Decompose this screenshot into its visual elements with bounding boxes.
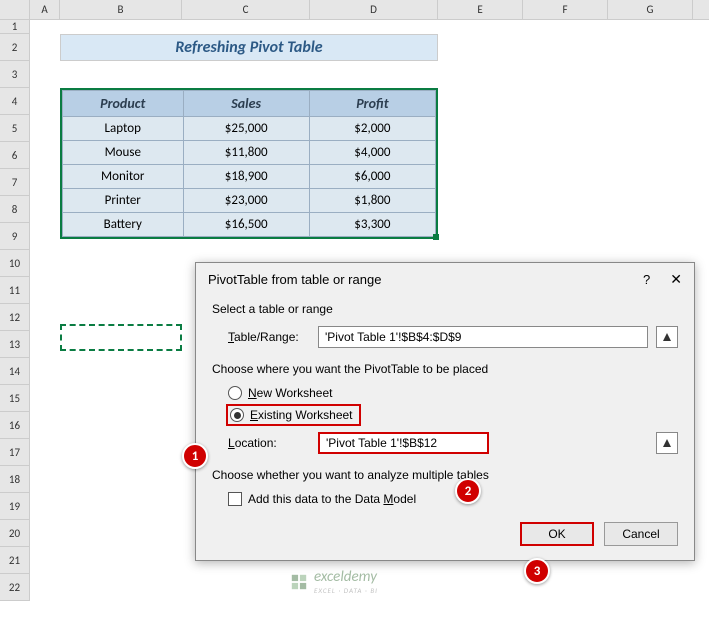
row-header[interactable]: 21	[0, 547, 30, 574]
table-cell[interactable]: $6,000	[309, 165, 435, 189]
callout-3: 3	[524, 558, 550, 584]
table-cell[interactable]: $1,800	[309, 189, 435, 213]
watermark-sub: EXCEL · DATA · BI	[314, 586, 378, 595]
help-icon[interactable]: ?	[643, 272, 650, 287]
radio-label: Existing Worksheet	[250, 408, 353, 422]
select-all-corner[interactable]	[0, 0, 30, 19]
logo-icon	[290, 573, 308, 591]
cancel-button[interactable]: Cancel	[604, 522, 678, 546]
radio-icon	[230, 408, 244, 422]
table-cell[interactable]: Printer	[63, 189, 184, 213]
table-cell[interactable]: $18,900	[183, 165, 309, 189]
row-header[interactable]: 10	[0, 250, 30, 277]
table-cell[interactable]: $25,000	[183, 117, 309, 141]
section-select-range: Select a table or range	[212, 302, 678, 316]
radio-icon	[228, 386, 242, 400]
row-header[interactable]: 16	[0, 412, 30, 439]
table-row: Laptop$25,000$2,000	[63, 117, 436, 141]
table-row: Printer$23,000$1,800	[63, 189, 436, 213]
table-row: Monitor$18,900$6,000	[63, 165, 436, 189]
range-picker-button[interactable]	[656, 326, 678, 348]
table-cell[interactable]: $3,300	[309, 213, 435, 237]
callout-2: 2	[455, 478, 481, 504]
marching-ants-selection	[60, 324, 182, 351]
row-header[interactable]: 13	[0, 331, 30, 358]
col-header-g[interactable]: G	[608, 0, 693, 19]
table-row: Mouse$11,800$4,000	[63, 141, 436, 165]
table-cell[interactable]: $2,000	[309, 117, 435, 141]
row-header[interactable]: 7	[0, 169, 30, 196]
column-headers: A B C D E F G	[0, 0, 709, 20]
selection-handle[interactable]	[433, 234, 439, 240]
col-header-c[interactable]: C	[182, 0, 310, 19]
pivot-table-dialog: PivotTable from table or range ? ✕ Selec…	[195, 262, 695, 561]
table-cell[interactable]: $16,500	[183, 213, 309, 237]
dialog-title: PivotTable from table or range	[208, 272, 381, 287]
checkbox-icon	[228, 492, 242, 506]
data-table: Product Sales Profit Laptop$25,000$2,000…	[60, 88, 438, 239]
row-header[interactable]: 9	[0, 223, 30, 250]
row-header[interactable]: 2	[0, 34, 30, 61]
table-range-input[interactable]	[318, 326, 648, 348]
watermark: exceldemy EXCEL · DATA · BI	[290, 568, 378, 595]
row-header[interactable]: 14	[0, 358, 30, 385]
page-title: Refreshing Pivot Table	[60, 34, 438, 61]
row-header[interactable]: 5	[0, 115, 30, 142]
th-sales: Sales	[183, 91, 309, 117]
col-header-e[interactable]: E	[438, 0, 523, 19]
table-cell[interactable]: Monitor	[63, 165, 184, 189]
close-icon[interactable]: ✕	[670, 271, 682, 288]
row-header[interactable]: 19	[0, 493, 30, 520]
table-cell[interactable]: $11,800	[183, 141, 309, 165]
col-header-b[interactable]: B	[60, 0, 182, 19]
th-profit: Profit	[309, 91, 435, 117]
row-header[interactable]: 6	[0, 142, 30, 169]
radio-new-worksheet[interactable]: New Worksheet	[228, 386, 678, 400]
row-header[interactable]: 20	[0, 520, 30, 547]
table-cell[interactable]: $23,000	[183, 189, 309, 213]
row-headers: 1 2 3 4 5 6 7 8 9 10 11 12 13 14 15 16 1…	[0, 20, 30, 601]
row-header[interactable]: 8	[0, 196, 30, 223]
dialog-titlebar[interactable]: PivotTable from table or range ? ✕	[196, 263, 694, 296]
table-range-label: Table/Range:	[228, 330, 310, 344]
location-picker-button[interactable]	[656, 432, 678, 454]
checkbox-label: Add this data to the Data Model	[248, 492, 416, 506]
row-header[interactable]: 22	[0, 574, 30, 601]
row-header[interactable]: 1	[0, 20, 30, 34]
row-header[interactable]: 15	[0, 385, 30, 412]
table-cell[interactable]: Battery	[63, 213, 184, 237]
row-header[interactable]: 4	[0, 88, 30, 115]
row-header[interactable]: 17	[0, 439, 30, 466]
row-header[interactable]: 18	[0, 466, 30, 493]
row-header[interactable]: 3	[0, 61, 30, 88]
ok-button[interactable]: OK	[520, 522, 594, 546]
col-header-d[interactable]: D	[310, 0, 438, 19]
row-header[interactable]: 12	[0, 304, 30, 331]
radio-existing-worksheet[interactable]: Existing Worksheet	[226, 404, 361, 426]
section-placement: Choose where you want the PivotTable to …	[212, 362, 678, 376]
th-product: Product	[63, 91, 184, 117]
checkbox-data-model[interactable]: Add this data to the Data Model	[228, 492, 678, 506]
table-row: Battery$16,500$3,300	[63, 213, 436, 237]
watermark-text: exceldemy	[314, 568, 377, 586]
table-cell[interactable]: $4,000	[309, 141, 435, 165]
radio-label: New Worksheet	[248, 386, 332, 400]
table-cell[interactable]: Mouse	[63, 141, 184, 165]
col-header-a[interactable]: A	[30, 0, 60, 19]
row-header[interactable]: 11	[0, 277, 30, 304]
location-input[interactable]	[318, 432, 489, 454]
section-multiple-tables: Choose whether you want to analyze multi…	[212, 468, 678, 482]
table-cell[interactable]: Laptop	[63, 117, 184, 141]
location-label: Location:	[228, 436, 310, 450]
col-header-f[interactable]: F	[523, 0, 608, 19]
callout-1: 1	[182, 443, 208, 469]
